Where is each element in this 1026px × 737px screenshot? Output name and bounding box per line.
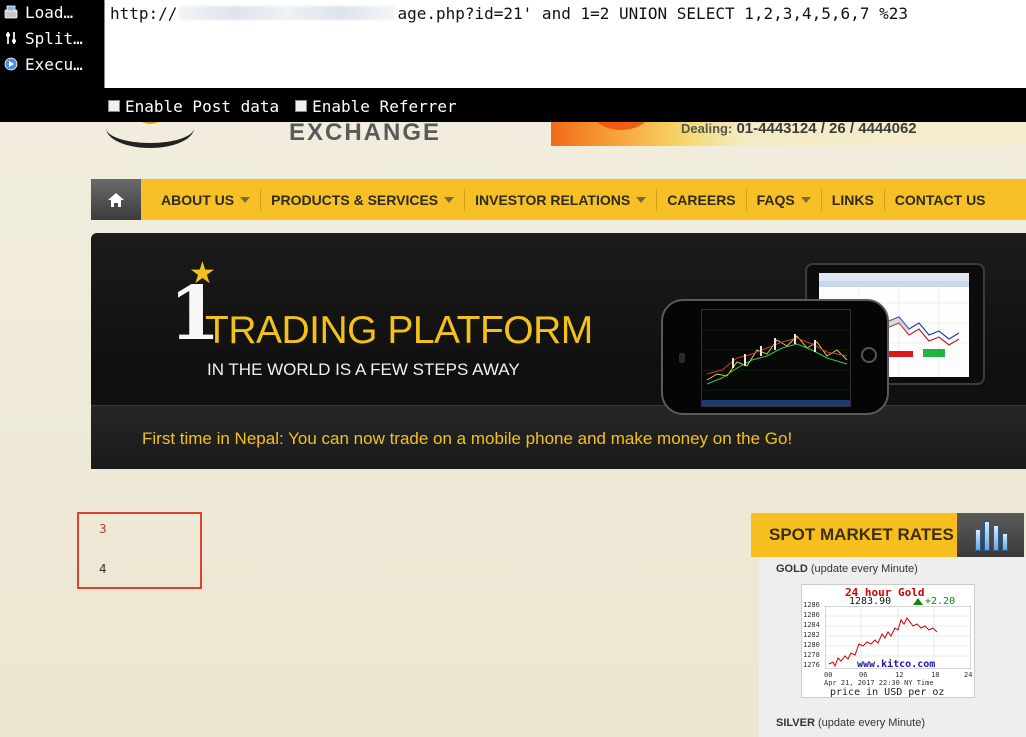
chevron-down-icon bbox=[800, 196, 811, 203]
chevron-down-icon bbox=[240, 196, 251, 203]
nav-item-label: FAQS bbox=[756, 191, 795, 208]
load-label: Load bbox=[25, 2, 64, 22]
checkbox-icon bbox=[295, 100, 308, 112]
home-icon bbox=[108, 192, 124, 207]
load-ellipsis: … bbox=[63, 2, 74, 22]
url-input[interactable]: http:// age.php?id=21' and 1=2 UNION SELE… bbox=[104, 0, 1026, 88]
y-tick: 1286 bbox=[803, 601, 820, 609]
nav-item-investor-relations[interactable]: INVESTOR RELATIONS bbox=[465, 179, 656, 220]
result-value: 3 bbox=[99, 522, 107, 536]
dealing-info: Dealing: 01-4443124 / 26 / 4444062 bbox=[681, 120, 917, 137]
spot-market-panel: GOLD (update every Minute) 24 hour Gold … bbox=[759, 557, 1026, 737]
phone-home-button bbox=[861, 347, 877, 363]
spot-market-header: SPOT MARKET RATES bbox=[751, 513, 957, 557]
silver-update-note: (update every Minute) bbox=[817, 717, 925, 729]
split-ellipsis: … bbox=[73, 28, 83, 48]
x-tick: 12 bbox=[895, 671, 904, 679]
x-tick: 00 bbox=[824, 671, 833, 679]
nav-item-label: INVESTOR RELATIONS bbox=[475, 191, 631, 208]
chart-date: Apr 21, 2017 22:30 NY Time bbox=[824, 679, 934, 687]
phone-speaker bbox=[679, 353, 685, 363]
main-nav: ABOUT US PRODUCTS & SERVICES INVESTOR RE… bbox=[91, 179, 1026, 220]
nav-item-contact-us[interactable]: CONTACT US bbox=[885, 179, 996, 220]
hero-tagline: First time in Nepal: You can now trade o… bbox=[142, 429, 793, 448]
injection-result-box: 3 4 bbox=[77, 512, 202, 589]
up-arrow-icon bbox=[913, 598, 923, 605]
nav-item-label: CONTACT US bbox=[894, 191, 986, 208]
hero-banner[interactable]: ★ 1 TRADING PLATFORM IN THE WORLD IS A F… bbox=[91, 233, 1026, 469]
phone-chart-screen bbox=[701, 309, 851, 407]
dealing-numbers: 01-4443124 / 26 / 4444062 bbox=[736, 120, 917, 137]
hero-subheadline: IN THE WORLD IS A FEW STEPS AWAY bbox=[207, 360, 520, 379]
logo-text: EXCHANGE bbox=[289, 119, 442, 146]
nav-item-links[interactable]: LINKS bbox=[822, 179, 884, 220]
y-tick: 1276 bbox=[803, 661, 820, 669]
redacted-host bbox=[179, 6, 396, 20]
x-tick: 06 bbox=[859, 671, 868, 679]
execute-button[interactable]: Execu… bbox=[3, 53, 83, 75]
nav-item-label: CAREERS bbox=[667, 191, 736, 208]
result-value: 4 bbox=[99, 562, 107, 576]
execute-label: Execu bbox=[25, 54, 74, 74]
load-url-button[interactable]: Load … bbox=[3, 1, 73, 23]
dealing-label: Dealing: bbox=[681, 121, 733, 136]
nav-item-label: PRODUCTS & SERVICES bbox=[271, 191, 439, 208]
x-tick: 18 bbox=[931, 671, 940, 679]
split-url-button[interactable]: Split… bbox=[3, 27, 83, 49]
chart-unit: price in USD per oz bbox=[830, 687, 945, 698]
phone-image bbox=[661, 299, 889, 415]
url-prefix: http:// bbox=[110, 4, 178, 23]
nav-item-careers[interactable]: CAREERS bbox=[657, 179, 745, 220]
split-label: Split bbox=[25, 28, 74, 48]
nav-item-faqs[interactable]: FAQS bbox=[747, 179, 821, 220]
chart-source: www.kitco.com bbox=[857, 659, 936, 670]
gold-price-chart[interactable]: 24 hour Gold 1283.90 +2.20 1286 1286 128… bbox=[801, 584, 975, 698]
nav-item-products-services[interactable]: PRODUCTS & SERVICES bbox=[261, 179, 464, 220]
y-tick: 1286 bbox=[803, 611, 820, 619]
gold-update-note: (update every Minute) bbox=[810, 563, 918, 575]
nav-item-label: ABOUT US bbox=[161, 191, 235, 208]
nav-item-about-us[interactable]: ABOUT US bbox=[151, 179, 260, 220]
y-tick: 1284 bbox=[803, 621, 820, 629]
x-tick: 24 bbox=[964, 671, 973, 679]
hero-headline: TRADING PLATFORM bbox=[205, 309, 593, 352]
execute-ellipsis: … bbox=[73, 54, 83, 74]
hackbar-buttons: Load … Split… Execu… bbox=[0, 0, 104, 88]
split-icon bbox=[3, 30, 19, 46]
hackbar-options: Enable Post data Enable Referrer bbox=[108, 95, 473, 117]
silver-title: SILVER bbox=[776, 717, 815, 729]
url-suffix: age.php?id=21' and 1=2 UNION SELECT 1,2,… bbox=[397, 4, 908, 23]
bar-chart-icon bbox=[957, 513, 1024, 557]
gold-label: GOLD (update every Minute) bbox=[776, 563, 918, 575]
chevron-down-icon bbox=[636, 196, 647, 203]
play-icon bbox=[3, 56, 19, 72]
y-tick: 1280 bbox=[803, 641, 820, 649]
y-tick: 1282 bbox=[803, 631, 820, 639]
nav-item-label: LINKS bbox=[831, 191, 874, 208]
hackbar-toolbar: Load … Split… Execu… http://age.php?id=2… bbox=[0, 0, 1026, 122]
y-tick: 1278 bbox=[803, 651, 820, 659]
home-button[interactable] bbox=[91, 179, 141, 220]
load-icon bbox=[3, 4, 19, 20]
enable-referrer-checkbox[interactable]: Enable Referrer bbox=[295, 97, 457, 116]
chevron-down-icon bbox=[444, 196, 455, 203]
enable-post-checkbox[interactable]: Enable Post data bbox=[108, 97, 279, 116]
checkbox-icon bbox=[108, 100, 120, 112]
silver-label: SILVER (update every Minute) bbox=[776, 717, 925, 729]
enable-post-label: Enable Post data bbox=[125, 96, 280, 116]
gold-title: GOLD bbox=[776, 563, 808, 575]
enable-referrer-label: Enable Referrer bbox=[312, 96, 457, 116]
